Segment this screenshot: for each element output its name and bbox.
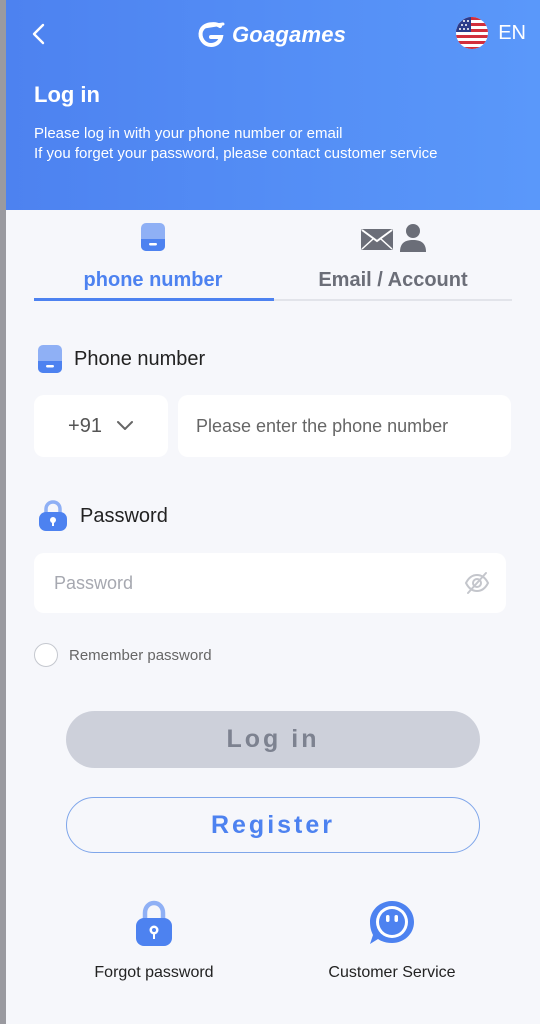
password-label-text: Password [80,504,168,527]
lock-icon [136,900,172,946]
customer-service-link[interactable]: Customer Service [282,898,502,982]
login-button[interactable]: Log in [66,711,480,768]
phone-number-input[interactable] [178,395,511,457]
chevron-down-icon [116,421,133,430]
password-field [34,553,506,613]
country-code-value: +91 [68,414,102,437]
register-button[interactable]: Register [66,797,480,853]
app-logo: Goagames [196,18,346,52]
tab-email-account[interactable]: Email / Account [274,212,512,302]
email-account-icon [361,224,426,252]
tab-phone-number[interactable]: phone number [34,212,272,302]
remember-password-checkbox[interactable]: Remember password [34,643,212,667]
customer-service-text: Customer Service [328,964,456,981]
login-screen: Goagames EN Log in Please log in with yo… [6,0,540,1024]
password-input[interactable] [34,553,454,613]
tab-email-label: Email / Account [318,269,468,291]
phone-number-label-text: Phone number [74,347,206,370]
toggle-password-visibility[interactable] [464,571,490,600]
password-label: Password [38,500,168,532]
phone-icon [38,345,62,373]
forgot-password-link[interactable]: Forgot password [44,898,264,982]
eye-off-icon [464,572,490,594]
country-code-select[interactable]: +91 [34,395,168,457]
lock-icon [39,500,67,531]
tab-active-indicator [34,298,274,301]
header-instructions-1: Please log in with your phone number or … [34,125,343,142]
language-label: EN [498,21,526,44]
logo-text: Goagames [232,22,347,47]
goagames-logo-icon [198,22,225,48]
remember-password-label: Remember password [69,646,212,664]
phone-number-label: Phone number [38,344,205,374]
customer-service-icon [370,901,414,944]
header-instructions-2: If you forget your password, please cont… [34,145,438,162]
language-selector[interactable]: EN [456,17,526,49]
back-button[interactable] [24,20,52,48]
header: Goagames EN Log in Please log in with yo… [6,0,540,210]
tab-phone-label: phone number [83,269,223,291]
phone-icon [141,223,165,251]
forgot-password-text: Forgot password [94,964,214,981]
page-title: Log in [34,82,100,107]
chevron-left-icon [32,23,45,45]
us-flag-icon [456,17,489,49]
remember-password-radio[interactable] [34,643,58,667]
